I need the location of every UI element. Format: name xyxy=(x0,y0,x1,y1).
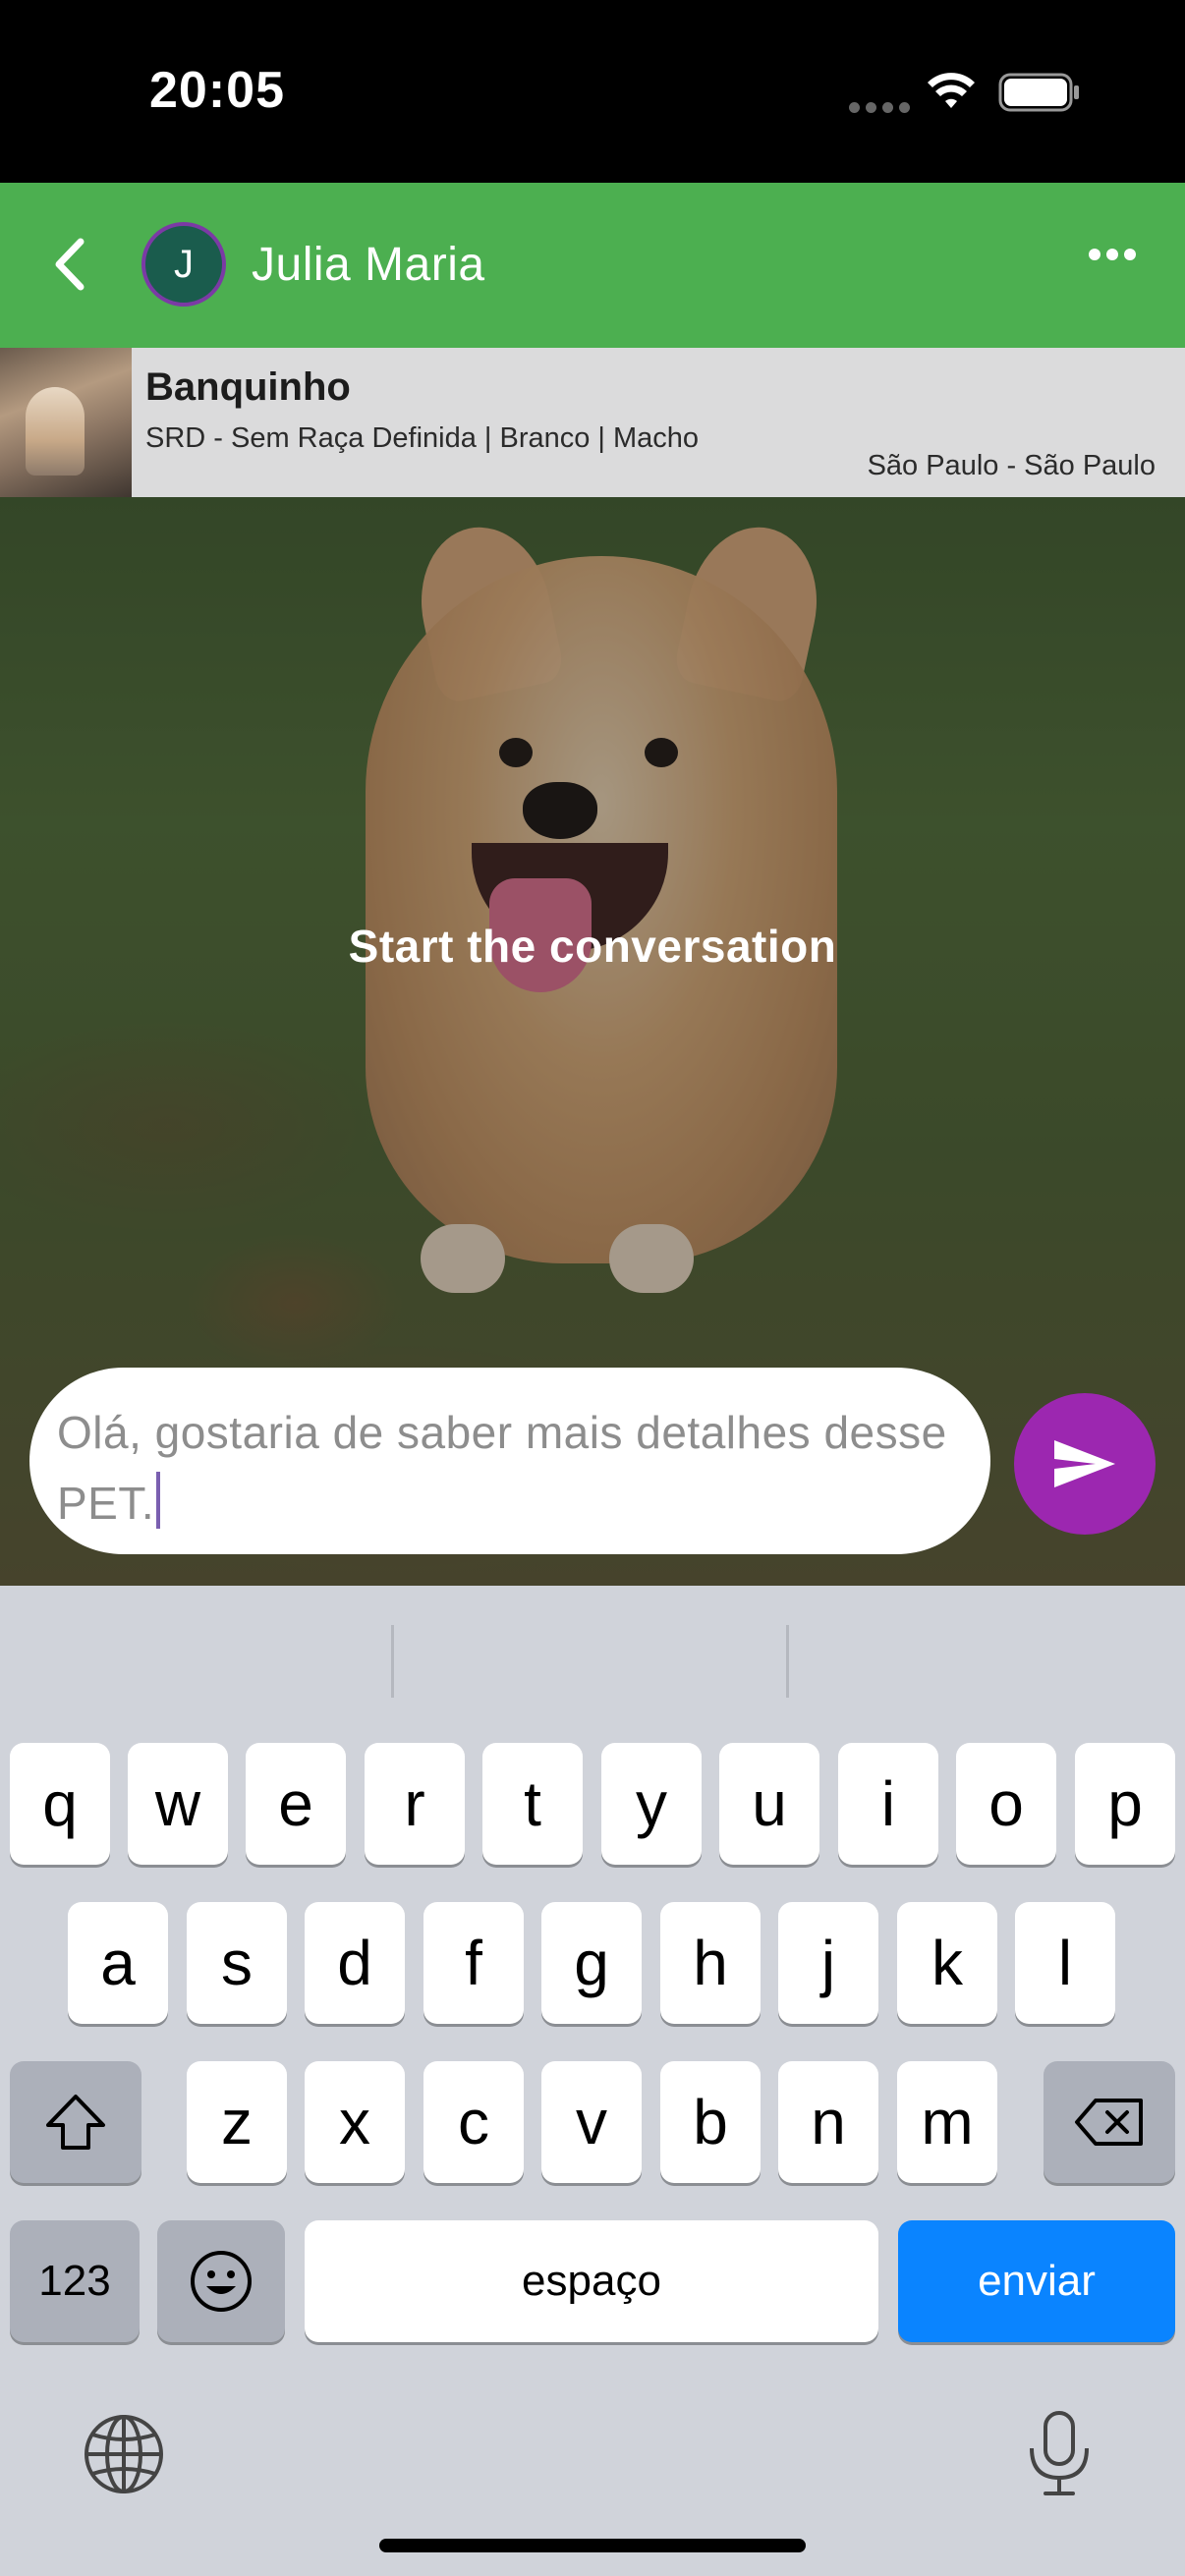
shift-key[interactable] xyxy=(10,2061,141,2183)
key-a[interactable]: a xyxy=(68,1902,168,2024)
key-r[interactable]: r xyxy=(365,1743,465,1865)
key-l[interactable]: l xyxy=(1015,1902,1115,2024)
key-g[interactable]: g xyxy=(541,1902,642,2024)
contact-name[interactable]: Julia Maria xyxy=(252,238,485,292)
key-v[interactable]: v xyxy=(541,2061,642,2183)
status-time: 20:05 xyxy=(149,62,285,119)
shift-icon xyxy=(46,2095,105,2150)
chat-header: J Julia Maria xyxy=(0,183,1185,348)
return-key[interactable]: enviar xyxy=(898,2220,1175,2342)
key-o[interactable]: o xyxy=(956,1743,1056,1865)
key-z[interactable]: z xyxy=(187,2061,287,2183)
delete-backspace-icon xyxy=(1075,2099,1143,2146)
pet-info-card[interactable]: Banquinho SRD - Sem Raça Definida | Bran… xyxy=(0,348,1185,497)
pet-location: São Paulo - São Paulo xyxy=(867,450,1156,481)
pet-thumbnail xyxy=(0,348,132,497)
emoji-key[interactable] xyxy=(157,2220,285,2342)
send-button[interactable] xyxy=(1014,1393,1156,1535)
more-options-icon[interactable] xyxy=(1089,248,1142,281)
key-f[interactable]: f xyxy=(423,1902,524,2024)
key-t[interactable]: t xyxy=(482,1743,583,1865)
key-k[interactable]: k xyxy=(897,1902,997,2024)
key-p[interactable]: p xyxy=(1075,1743,1175,1865)
back-arrow-icon[interactable] xyxy=(45,230,94,299)
text-caret xyxy=(156,1472,161,1529)
message-input-text: Olá, gostaria de saber mais detalhes des… xyxy=(57,1407,947,1529)
emoji-icon xyxy=(191,2251,252,2312)
avatar[interactable]: J xyxy=(141,222,226,307)
globe-icon[interactable] xyxy=(83,2413,165,2495)
keyboard: q w e r t y u i o p a s d f g h j k l z … xyxy=(0,1586,1185,2576)
key-m[interactable]: m xyxy=(897,2061,997,2183)
send-icon xyxy=(1054,1440,1115,1487)
space-key[interactable]: espaço xyxy=(305,2220,878,2342)
pet-name: Banquinho xyxy=(145,365,351,409)
empty-conversation-hint: Start the conversation xyxy=(348,921,837,972)
key-n[interactable]: n xyxy=(778,2061,878,2183)
key-d[interactable]: d xyxy=(305,1902,405,2024)
key-h[interactable]: h xyxy=(660,1902,761,2024)
pet-details: SRD - Sem Raça Definida | Branco | Macho xyxy=(145,422,700,454)
microphone-icon[interactable] xyxy=(1020,2409,1099,2499)
status-bar: 20:05 xyxy=(0,0,1185,183)
key-c[interactable]: c xyxy=(423,2061,524,2183)
key-u[interactable]: u xyxy=(719,1743,819,1865)
delete-key[interactable] xyxy=(1044,2061,1175,2183)
key-x[interactable]: x xyxy=(305,2061,405,2183)
key-b[interactable]: b xyxy=(660,2061,761,2183)
key-e[interactable]: e xyxy=(246,1743,346,1865)
cellular-signal-icon xyxy=(849,100,916,118)
key-i[interactable]: i xyxy=(838,1743,938,1865)
wifi-icon xyxy=(928,73,975,108)
key-w[interactable]: w xyxy=(128,1743,228,1865)
numbers-key[interactable]: 123 xyxy=(10,2220,140,2342)
key-q[interactable]: q xyxy=(10,1743,110,1865)
key-y[interactable]: y xyxy=(601,1743,702,1865)
battery-icon xyxy=(998,73,1079,112)
chat-background: Start the conversation Olá, gostaria de … xyxy=(0,497,1185,1586)
message-input[interactable]: Olá, gostaria de saber mais detalhes des… xyxy=(29,1368,990,1554)
key-s[interactable]: s xyxy=(187,1902,287,2024)
home-indicator xyxy=(379,2539,806,2552)
key-j[interactable]: j xyxy=(778,1902,878,2024)
